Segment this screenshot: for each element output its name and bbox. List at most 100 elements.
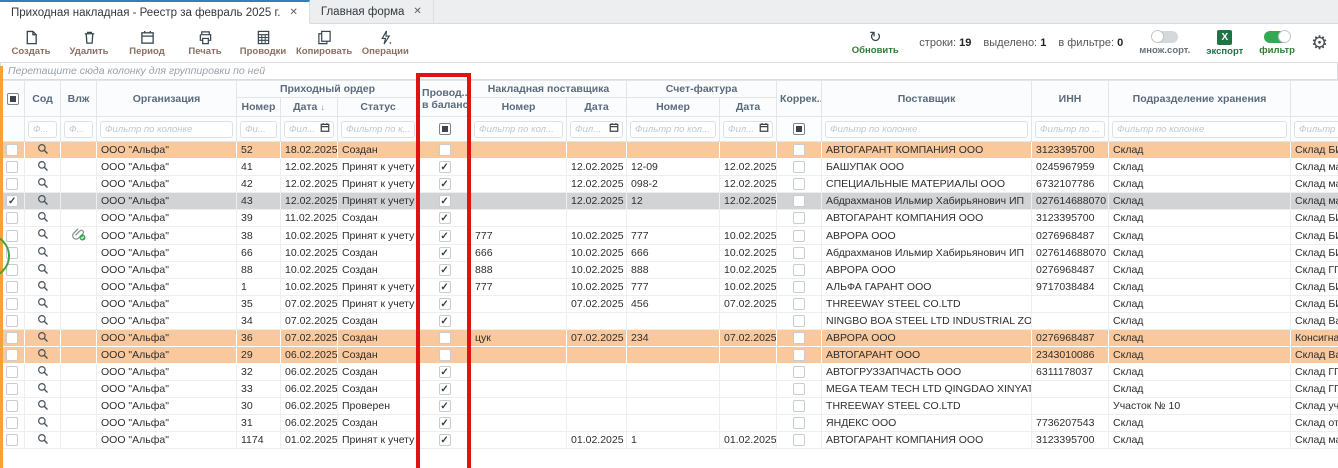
tab-close-icon[interactable]: ✕ xyxy=(290,7,298,18)
stock-cell[interactable]: Склад ГП xyxy=(1291,262,1338,279)
organization-cell[interactable]: ООО "Альфа" xyxy=(97,159,237,176)
row-open-cell[interactable] xyxy=(25,227,61,245)
filter-inn-input[interactable] xyxy=(1035,121,1105,138)
table-row[interactable]: ООО "Альфа"3911.02.2025Создан✓АВТОГАРАНТ… xyxy=(1,210,1338,227)
posted-cell[interactable]: ✓ xyxy=(419,381,471,398)
order-status-cell[interactable]: Принят к учету xyxy=(338,159,419,176)
search-icon[interactable] xyxy=(37,314,49,326)
filter-invoice-number-input[interactable] xyxy=(630,121,716,138)
filter-posted-checkbox[interactable] xyxy=(439,123,451,135)
storage-division-cell[interactable]: Склад xyxy=(1109,432,1291,449)
invoice-date-cell[interactable] xyxy=(720,381,777,398)
invoice-date-cell[interactable]: 12.02.2025 xyxy=(720,176,777,193)
supplier-cell[interactable]: АВТОГРУЗЗАПЧАСТЬ ООО xyxy=(822,364,1032,381)
tab-main-form[interactable]: Главная форма ✕ xyxy=(310,0,434,23)
organization-cell[interactable]: ООО "Альфа" xyxy=(97,381,237,398)
inn-cell[interactable] xyxy=(1032,398,1109,415)
invoice-date-cell[interactable]: 10.02.2025 xyxy=(720,245,777,262)
table-row[interactable]: ООО "Альфа"3810.02.2025Принят к учету✓77… xyxy=(1,227,1338,245)
posted-checkbox[interactable] xyxy=(439,349,451,361)
row-attachment-cell[interactable] xyxy=(61,279,97,296)
storage-division-cell[interactable]: Склад xyxy=(1109,296,1291,313)
invoice-date-cell[interactable] xyxy=(720,313,777,330)
stock-cell[interactable]: Консигна xyxy=(1291,330,1338,347)
col-header-invoice-date[interactable]: Дата xyxy=(720,98,777,117)
inn-cell[interactable]: 3123395700 xyxy=(1032,210,1109,227)
storage-division-cell[interactable]: Склад xyxy=(1109,347,1291,364)
order-date-cell[interactable]: 06.02.2025 xyxy=(281,347,338,364)
organization-cell[interactable]: ООО "Альфа" xyxy=(97,245,237,262)
posted-checkbox[interactable]: ✓ xyxy=(439,366,451,378)
order-status-cell[interactable]: Создан xyxy=(338,313,419,330)
stock-cell[interactable]: Склад ГП xyxy=(1291,364,1338,381)
row-attachment-cell[interactable] xyxy=(61,330,97,347)
row-checkbox[interactable] xyxy=(6,281,18,293)
invoice-number-cell[interactable]: 777 xyxy=(627,227,720,245)
order-status-cell[interactable]: Создан xyxy=(338,415,419,432)
row-open-cell[interactable] xyxy=(25,279,61,296)
table-row[interactable]: ООО "Альфа"3607.02.2025Созданцук07.02.20… xyxy=(1,330,1338,347)
posted-cell[interactable]: ✓ xyxy=(419,193,471,210)
filter-vlj-input[interactable] xyxy=(64,121,93,138)
invoice-date-cell[interactable] xyxy=(720,364,777,381)
inn-cell[interactable]: 3123395700 xyxy=(1032,432,1109,449)
order-number-cell[interactable]: 43 xyxy=(237,193,281,210)
storage-division-cell[interactable]: Склад xyxy=(1109,210,1291,227)
stock-cell[interactable]: Склад БИ xyxy=(1291,227,1338,245)
filter-waybill-number-input[interactable] xyxy=(474,121,563,138)
inn-cell[interactable] xyxy=(1032,313,1109,330)
posted-checkbox[interactable]: ✓ xyxy=(439,281,451,293)
storage-division-cell[interactable]: Склад xyxy=(1109,142,1291,159)
storage-division-cell[interactable]: Склад xyxy=(1109,262,1291,279)
waybill-number-cell[interactable]: 777 xyxy=(471,279,567,296)
create-button[interactable]: Создать xyxy=(6,30,56,57)
stock-cell[interactable]: Склад Ва xyxy=(1291,347,1338,364)
correction-checkbox[interactable] xyxy=(793,264,805,276)
supplier-cell[interactable]: АВТОГАРАНТ ООО xyxy=(822,347,1032,364)
inn-cell[interactable] xyxy=(1032,296,1109,313)
row-checkbox[interactable] xyxy=(6,349,18,361)
invoice-date-cell[interactable]: 10.02.2025 xyxy=(720,279,777,296)
correction-cell[interactable] xyxy=(777,313,822,330)
copy-button[interactable]: Копировать xyxy=(296,30,352,57)
order-status-cell[interactable]: Создан xyxy=(338,245,419,262)
order-status-cell[interactable]: Создан xyxy=(338,381,419,398)
correction-cell[interactable] xyxy=(777,330,822,347)
row-select-cell[interactable] xyxy=(1,227,25,245)
settings-gear-icon[interactable]: ⚙ xyxy=(1311,34,1328,53)
stock-cell[interactable]: Склад ма xyxy=(1291,176,1338,193)
order-date-cell[interactable]: 10.02.2025 xyxy=(281,227,338,245)
table-row[interactable]: ООО "Альфа"3407.02.2025Создан✓NINGBO BOA… xyxy=(1,313,1338,330)
row-open-cell[interactable] xyxy=(25,330,61,347)
table-row[interactable]: ООО "Альфа"110.02.2025Принят к учету✓777… xyxy=(1,279,1338,296)
correction-checkbox[interactable] xyxy=(793,230,805,242)
correction-cell[interactable] xyxy=(777,347,822,364)
inn-cell[interactable]: 0245967959 xyxy=(1032,159,1109,176)
waybill-number-cell[interactable] xyxy=(471,381,567,398)
export-button[interactable]: X экспорт xyxy=(1206,30,1243,57)
invoice-date-cell[interactable] xyxy=(720,415,777,432)
waybill-number-cell[interactable] xyxy=(471,193,567,210)
invoice-date-cell[interactable] xyxy=(720,398,777,415)
search-icon[interactable] xyxy=(37,177,49,189)
col-header-inn[interactable]: ИНН xyxy=(1032,81,1109,117)
row-attachment-cell[interactable] xyxy=(61,364,97,381)
row-open-cell[interactable] xyxy=(25,313,61,330)
order-date-cell[interactable]: 12.02.2025 xyxy=(281,193,338,210)
posted-cell[interactable]: ✓ xyxy=(419,210,471,227)
organization-cell[interactable]: ООО "Альфа" xyxy=(97,313,237,330)
row-attachment-cell[interactable] xyxy=(61,296,97,313)
inn-cell[interactable]: 6732107786 xyxy=(1032,176,1109,193)
posted-cell[interactable]: ✓ xyxy=(419,176,471,193)
order-status-cell[interactable]: Принят к учету xyxy=(338,279,419,296)
filter-supplier-input[interactable] xyxy=(825,121,1028,138)
row-select-cell[interactable] xyxy=(1,296,25,313)
waybill-number-cell[interactable] xyxy=(471,347,567,364)
search-icon[interactable] xyxy=(37,382,49,394)
order-date-cell[interactable]: 06.02.2025 xyxy=(281,398,338,415)
order-date-cell[interactable]: 07.02.2025 xyxy=(281,330,338,347)
table-row[interactable]: ООО "Альфа"4212.02.2025Принят к учету✓12… xyxy=(1,176,1338,193)
posted-cell[interactable]: ✓ xyxy=(419,245,471,262)
print-button[interactable]: Печать xyxy=(180,30,230,57)
order-status-cell[interactable]: Создан xyxy=(338,262,419,279)
